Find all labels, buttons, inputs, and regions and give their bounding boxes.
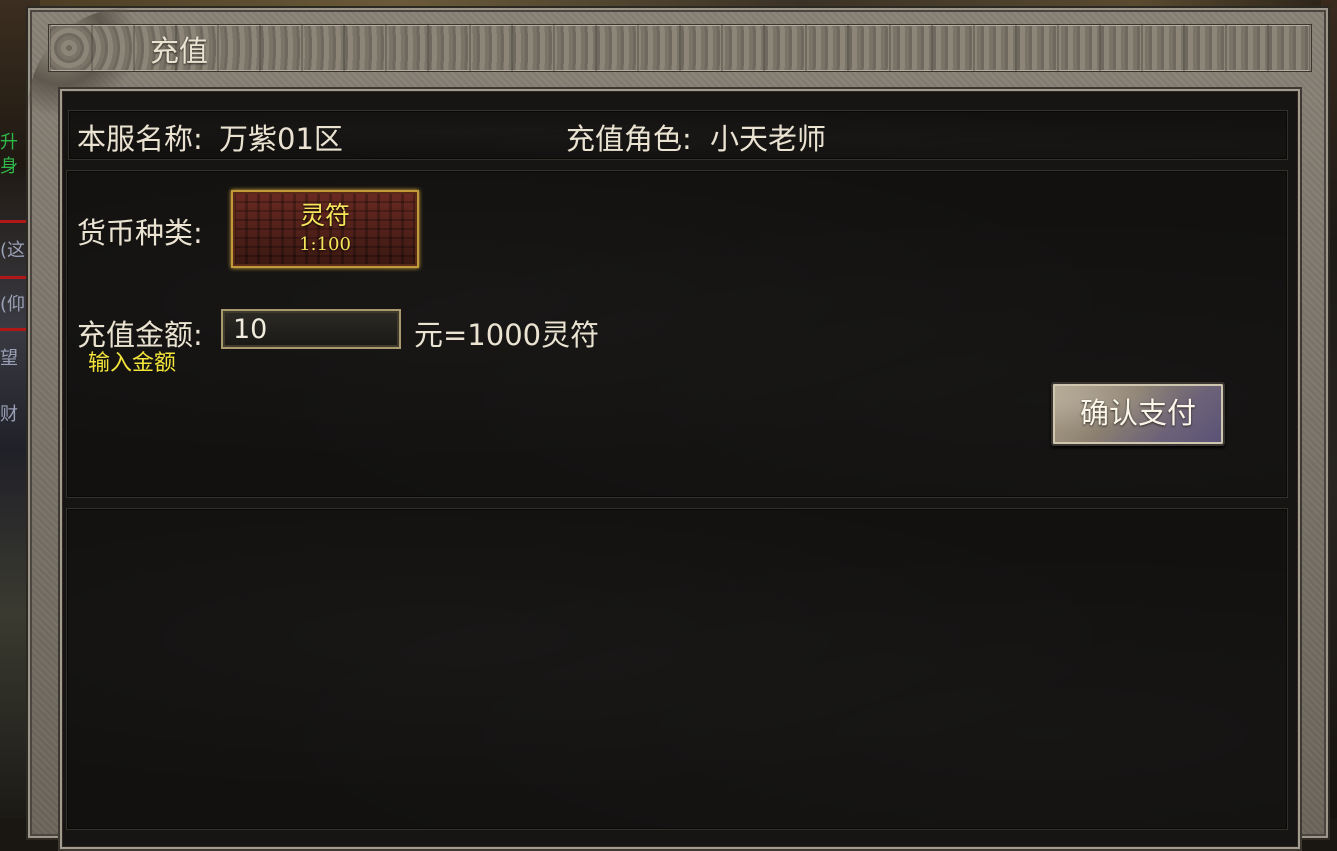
title-bar-pattern [49,25,1311,71]
background-text-fragment: 望 [0,348,18,369]
server-name-value: 万紫01区 [219,122,343,156]
amount-input[interactable] [221,309,401,349]
title-bar[interactable] [48,24,1312,72]
server-name-label: 本服名称: [77,122,203,156]
currency-option-lingfu[interactable]: 灵符 1:100 [231,190,419,268]
currency-type-label: 货币种类: [77,216,203,250]
role-name-value: 小天老师 [710,122,827,156]
currency-option-name: 灵符 [299,201,350,230]
conversion-text: 元=1000灵符 [414,318,600,352]
background-text-fragment: 身 [0,156,18,177]
background-text-fragment: 升 [0,132,18,153]
background-text-fragment: (这 [0,240,26,261]
currency-option-rate: 1:100 [299,234,351,255]
background-text-fragment: 财 [0,404,18,425]
lower-empty-panel [66,508,1288,830]
confirm-payment-button[interactable]: 确认支付 [1051,382,1225,446]
window-title: 充值 [150,34,209,68]
background-text-fragment: (仰 [0,294,26,315]
role-label: 充值角色: [566,122,692,156]
amount-hint: 输入金额 [88,351,177,376]
